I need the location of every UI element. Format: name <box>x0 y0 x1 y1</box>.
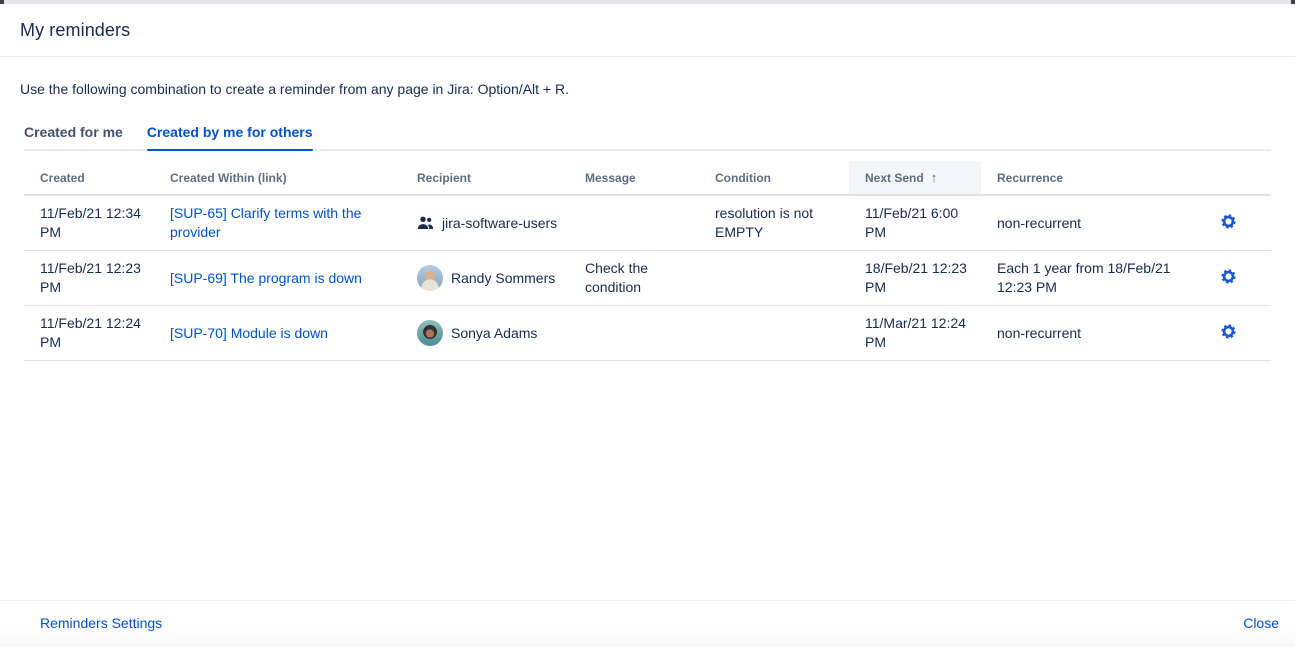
condition-cell: resolution is not EMPTY <box>699 195 849 251</box>
gear-icon <box>1220 323 1237 343</box>
avatar <box>417 320 443 346</box>
next-send-cell: 11/Feb/21 6:00 PM <box>849 195 981 251</box>
created-cell: 11/Feb/21 12:23 PM <box>24 251 154 306</box>
reminder-actions-gear-button[interactable] <box>1218 211 1239 235</box>
reminder-actions-gear-button[interactable] <box>1218 266 1239 290</box>
created-within-cell: [SUP-65] Clarify terms with the provider <box>154 195 401 251</box>
actions-cell <box>1185 195 1271 251</box>
created-cell: 11/Feb/21 12:34 PM <box>24 195 154 251</box>
reminder-actions-gear-button[interactable] <box>1218 321 1239 345</box>
column-header-next-send-label: Next Send <box>865 171 924 185</box>
column-header-actions <box>1185 161 1271 195</box>
tab-created-by-me-for-others[interactable]: Created by me for others <box>147 124 313 149</box>
tab-created-for-me[interactable]: Created for me <box>24 124 123 149</box>
close-button[interactable]: Close <box>1243 615 1279 631</box>
message-cell <box>569 306 699 361</box>
actions-cell <box>1185 251 1271 306</box>
reminders-settings-link[interactable]: Reminders Settings <box>40 615 162 631</box>
table-body: 11/Feb/21 12:34 PM [SUP-65] Clarify terms… <box>24 195 1271 361</box>
recurrence-cell: non-recurrent <box>981 306 1185 361</box>
column-header-created-within[interactable]: Created Within (link) <box>154 161 401 195</box>
created-cell: 11/Feb/21 12:24 PM <box>24 306 154 361</box>
column-header-condition[interactable]: Condition <box>699 161 849 195</box>
condition-cell <box>699 306 849 361</box>
message-cell: Check the condition <box>569 251 699 306</box>
recipient-cell: jira-software-users <box>401 195 569 251</box>
gear-icon <box>1220 213 1237 233</box>
recipient-cell: Sonya Adams <box>401 306 569 361</box>
dialog-body: Use the following combination to create … <box>0 57 1295 600</box>
column-header-recipient[interactable]: Recipient <box>401 161 569 195</box>
next-send-cell: 11/Mar/21 12:24 PM <box>849 306 981 361</box>
table-row: 11/Feb/21 12:23 PM [SUP-69] The program i… <box>24 251 1271 306</box>
recipient-name: Randy Sommers <box>451 269 555 288</box>
table-header-row: Created Created Within (link) Recipient … <box>24 161 1271 195</box>
recurrence-cell: Each 1 year from 18/Feb/21 12:23 PM <box>981 251 1185 306</box>
shortcut-instruction-text: Use the following combination to create … <box>0 57 1295 97</box>
column-header-created[interactable]: Created <box>24 161 154 195</box>
created-within-cell: [SUP-70] Module is down <box>154 306 401 361</box>
recipient-name: Sonya Adams <box>451 324 537 343</box>
actions-cell <box>1185 306 1271 361</box>
table-row: 11/Feb/21 12:24 PM [SUP-70] Module is dow… <box>24 306 1271 361</box>
column-header-next-send[interactable]: Next Send ↑ <box>849 161 981 195</box>
message-cell <box>569 195 699 251</box>
recipient-name: jira-software-users <box>442 214 557 233</box>
dialog-header: My reminders <box>0 4 1295 57</box>
recurrence-cell: non-recurrent <box>981 195 1185 251</box>
my-reminders-dialog: My reminders Use the following combinati… <box>0 0 1295 647</box>
avatar <box>417 265 443 291</box>
table-row: 11/Feb/21 12:34 PM [SUP-65] Clarify terms… <box>24 195 1271 251</box>
issue-link[interactable]: [SUP-70] Module is down <box>170 325 328 341</box>
reminders-table: Created Created Within (link) Recipient … <box>24 161 1271 361</box>
gear-icon <box>1220 268 1237 288</box>
issue-link[interactable]: [SUP-69] The program is down <box>170 270 362 286</box>
created-within-cell: [SUP-69] The program is down <box>154 251 401 306</box>
recipient-cell: Randy Sommers <box>401 251 569 306</box>
column-header-message[interactable]: Message <box>569 161 699 195</box>
tab-bar: Created for me Created by me for others <box>24 124 1271 151</box>
page-top-edge <box>0 0 1295 4</box>
condition-cell <box>699 251 849 306</box>
group-icon <box>417 216 434 230</box>
sort-ascending-icon: ↑ <box>931 170 938 185</box>
column-header-recurrence[interactable]: Recurrence <box>981 161 1185 195</box>
next-send-cell: 18/Feb/21 12:23 PM <box>849 251 981 306</box>
issue-link[interactable]: [SUP-65] Clarify terms with the provider <box>170 205 361 240</box>
page-title: My reminders <box>20 20 1275 41</box>
dialog-footer: Reminders Settings Close <box>0 600 1295 647</box>
